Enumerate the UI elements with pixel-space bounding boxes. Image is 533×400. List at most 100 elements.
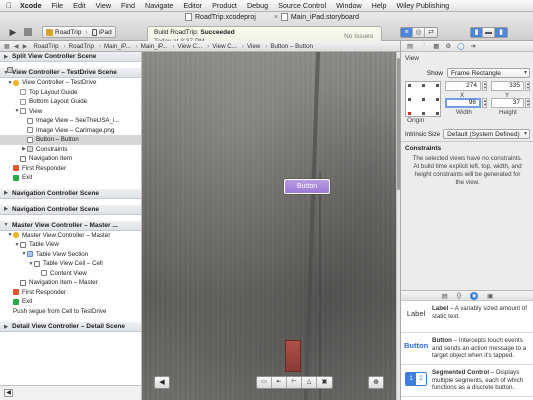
y-stepper[interactable]: ▲ ▼ [525, 81, 530, 91]
x-field[interactable]: 274 [445, 81, 481, 91]
hide-document-outline-icon[interactable]: ◀ [154, 376, 170, 389]
intrinsic-size-popup[interactable]: Default (System Defined) [443, 129, 530, 139]
debug-toggle-icon[interactable]: ▬ [483, 28, 495, 37]
outline-row[interactable]: Top Layout Guide [0, 88, 141, 98]
outline-row[interactable]: Exit [0, 297, 141, 307]
form-factor-icon[interactable]: ▭ [257, 377, 272, 388]
menu-edit[interactable]: Edit [73, 1, 85, 10]
menu-debug[interactable]: Debug [247, 1, 268, 10]
selected-button[interactable]: Button [284, 179, 330, 194]
menu-navigate[interactable]: Navigate [145, 1, 173, 10]
outline-row[interactable]: Button – Button [0, 135, 141, 145]
outline-row[interactable]: Push segue from Cell to TestDrive [0, 67, 141, 317]
origin-selector[interactable] [405, 81, 441, 117]
width-field[interactable]: 96 [445, 98, 481, 108]
height-field[interactable]: 37 [491, 98, 524, 108]
outline-row[interactable]: Navigation Item – Master [0, 278, 141, 288]
origin-dot[interactable] [436, 112, 439, 115]
outline-row[interactable]: Content View [0, 269, 141, 279]
outline-row[interactable]: Image View – SeeTheUSA_i... [0, 116, 141, 126]
hide-outline-icon[interactable]: ◀ [4, 389, 13, 397]
disclosure-closed-icon[interactable]: ▶ [3, 324, 9, 330]
scene-header[interactable]: ▶ Detail View Controller – Detail Scene [0, 322, 141, 332]
tab-project[interactable]: RoadTrip.xcodeproj [185, 13, 256, 21]
menu-view[interactable]: View [96, 1, 111, 10]
outline-row[interactable]: Image View – CarImage.png [0, 126, 141, 136]
menu-window[interactable]: Window [336, 1, 362, 10]
assistant-editor-icon[interactable]: ◎ [413, 28, 425, 37]
outline-row[interactable]: First Responder [0, 164, 141, 174]
run-button[interactable]: ▶ [6, 26, 20, 38]
origin-dot[interactable] [422, 112, 425, 115]
connections-inspector-icon[interactable]: ➜ [471, 42, 476, 50]
library-item-label[interactable]: Label Label – A variably sized amount of… [401, 301, 533, 333]
menu-product[interactable]: Product [212, 1, 237, 10]
outline-row[interactable]: ▶ Constraints [0, 145, 141, 155]
object-library-icon[interactable]: ◉ [470, 291, 479, 300]
menu-editor[interactable]: Editor [183, 1, 202, 10]
disclosure-closed-icon[interactable]: ▶ [3, 206, 9, 212]
navigator-toggle-icon[interactable]: ▮ [471, 28, 483, 37]
jump-item-file-variant[interactable]: Main_iP... [141, 43, 168, 50]
scene-header[interactable]: ▼ Master View Controller – Master ... [0, 220, 141, 231]
jump-item-button[interactable]: Button – Button [270, 43, 313, 50]
library-item-segmented-control[interactable]: 12 Segmented Control – Displays multiple… [401, 365, 533, 397]
outline-row[interactable]: Exit [0, 173, 141, 183]
jump-item-group[interactable]: RoadTrip [69, 43, 94, 50]
pin-icon[interactable]: ⊢ [287, 377, 302, 388]
jump-item-scene[interactable]: View C... [178, 43, 203, 50]
x-stepper[interactable]: ▲ ▼ [482, 81, 487, 91]
show-popup[interactable]: Frame Rectangle [447, 68, 530, 78]
jump-item-file[interactable]: Main_iP... [104, 43, 131, 50]
close-icon[interactable]: × [274, 14, 278, 21]
outline-row[interactable]: ▼ Master View Controller – Master [0, 231, 141, 241]
menu-file[interactable]: File [52, 1, 64, 10]
file-inspector-icon[interactable]: ▤ [407, 42, 413, 50]
back-icon[interactable]: ◀ [14, 43, 19, 50]
scene-header[interactable]: ▶ Navigation Controller Scene [0, 204, 141, 215]
menu-wiley-publishing[interactable]: Wiley Publishing [396, 1, 449, 10]
tab-storyboard[interactable]: × Main_iPad.storyboard [274, 13, 359, 21]
height-stepper[interactable]: ▲ ▼ [525, 98, 530, 108]
disclosure-closed-icon[interactable]: ▶ [3, 190, 9, 196]
menu-xcode[interactable]: Xcode [20, 1, 42, 10]
utilities-toggle-icon[interactable]: ▮ [495, 28, 507, 37]
origin-dot[interactable] [422, 98, 425, 101]
outline-row[interactable]: ▼ Table View [0, 240, 141, 250]
jump-item-view[interactable]: View [247, 43, 260, 50]
outline-row[interactable]: Navigation Item [0, 154, 141, 164]
align-icon[interactable]: ⇤ [272, 377, 287, 388]
outline-row[interactable]: ▼ View Controller – TestDrive [0, 78, 141, 88]
version-editor-icon[interactable]: ⇄ [425, 28, 437, 37]
origin-dot[interactable] [408, 98, 411, 101]
outline-row[interactable]: ▼ Table View Cell – Cell [0, 259, 141, 269]
origin-dot[interactable] [422, 84, 425, 87]
quick-help-icon[interactable]: ❔ [419, 42, 427, 50]
outline-row[interactable]: ▼ Table View Section [0, 250, 141, 260]
resizing-icon[interactable]: ▣ [317, 377, 332, 388]
related-items-icon[interactable]: ▦ [4, 43, 10, 50]
menu-help[interactable]: Help [372, 1, 387, 10]
outline-row[interactable]: First Responder [0, 288, 141, 298]
attributes-inspector-icon[interactable]: ⚙ [445, 42, 451, 50]
origin-dot[interactable] [436, 84, 439, 87]
forward-icon[interactable]: ▶ [23, 43, 28, 50]
size-inspector-icon[interactable]: ◯ [457, 42, 464, 50]
scheme-selector[interactable]: RoadTrip › iPad [42, 26, 116, 38]
library-item-button[interactable]: Button Button – Intercepts touch events … [401, 333, 533, 365]
jump-item-controller[interactable]: View C... [212, 43, 237, 50]
menu-find[interactable]: Find [121, 1, 135, 10]
identity-inspector-icon[interactable]: ▦ [433, 42, 439, 50]
zoom-icon[interactable]: ⊕ [368, 376, 384, 389]
storyboard-canvas[interactable]: Button ◀ ▭ ⇤ ⊢ △ ▣ ⊕ [142, 52, 396, 400]
jump-item-project[interactable]: RoadTrip [33, 43, 58, 50]
origin-dot[interactable] [436, 98, 439, 101]
disclosure-open-icon[interactable]: ▼ [3, 222, 9, 228]
scene-header[interactable]: ▶ Split View Controller Scene [0, 52, 141, 62]
width-stepper[interactable]: ▲ ▼ [482, 98, 487, 108]
standard-editor-icon[interactable]: ≡ [401, 28, 413, 37]
outline-row[interactable]: ▼ View [0, 107, 141, 117]
scene-header[interactable]: ▼ View Controller – TestDrive Scene [0, 68, 141, 78]
resolve-icon[interactable]: △ [302, 377, 317, 388]
stop-button[interactable] [24, 28, 32, 36]
